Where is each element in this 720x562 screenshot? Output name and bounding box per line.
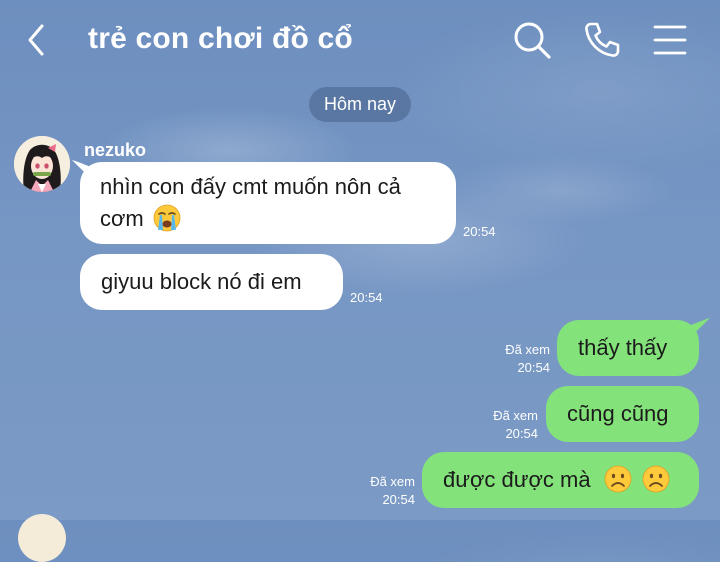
- seen-status: Đã xem: [493, 408, 538, 423]
- message-meta: Đã xem 20:54: [490, 341, 550, 377]
- message-time: 20:54: [382, 492, 415, 507]
- message-text: giyuu block nó đi em: [101, 269, 302, 294]
- message-text: được được mà: [443, 467, 591, 492]
- avatar[interactable]: [14, 136, 70, 192]
- message-time: 20:54: [505, 426, 538, 441]
- phone-icon[interactable]: [582, 20, 622, 60]
- avatar-image: [14, 136, 70, 192]
- message-bubble-outgoing[interactable]: được được mà: [422, 452, 699, 508]
- message-time: 20:54: [463, 224, 496, 239]
- message-bubble-incoming[interactable]: nhìn con đấy cmt muốn nôn cả cơm: [80, 162, 456, 244]
- message-meta: Đã xem 20:54: [478, 407, 538, 443]
- seen-status: Đã xem: [505, 342, 550, 357]
- message-text: thấy thấy: [578, 335, 668, 360]
- message-text: cũng cũng: [567, 401, 669, 426]
- message-bubble-outgoing[interactable]: cũng cũng: [546, 386, 699, 442]
- avatar[interactable]: [18, 514, 66, 562]
- chevron-left-icon[interactable]: [22, 22, 52, 58]
- frowning-face-icon: [642, 465, 670, 493]
- message-time: 20:54: [350, 290, 383, 305]
- date-divider: Hôm nay: [309, 87, 411, 122]
- message-text: nhìn con đấy cmt muốn nôn cả cơm: [100, 174, 401, 231]
- message-bubble-outgoing[interactable]: thấy thấy: [557, 320, 699, 376]
- search-icon[interactable]: [512, 20, 552, 60]
- chat-title: trẻ con chơi đồ cổ: [88, 22, 353, 55]
- seen-status: Đã xem: [370, 474, 415, 489]
- message-bubble-incoming[interactable]: giyuu block nó đi em: [80, 254, 343, 310]
- loudly-crying-face-icon: [153, 204, 181, 232]
- menu-icon[interactable]: [650, 20, 690, 60]
- message-time: 20:54: [517, 360, 550, 375]
- message-meta: Đã xem 20:54: [354, 473, 415, 509]
- sender-name: nezuko: [84, 140, 147, 160]
- frowning-face-icon: [604, 465, 632, 493]
- chat-header: trẻ con chơi đồ cổ: [0, 0, 720, 84]
